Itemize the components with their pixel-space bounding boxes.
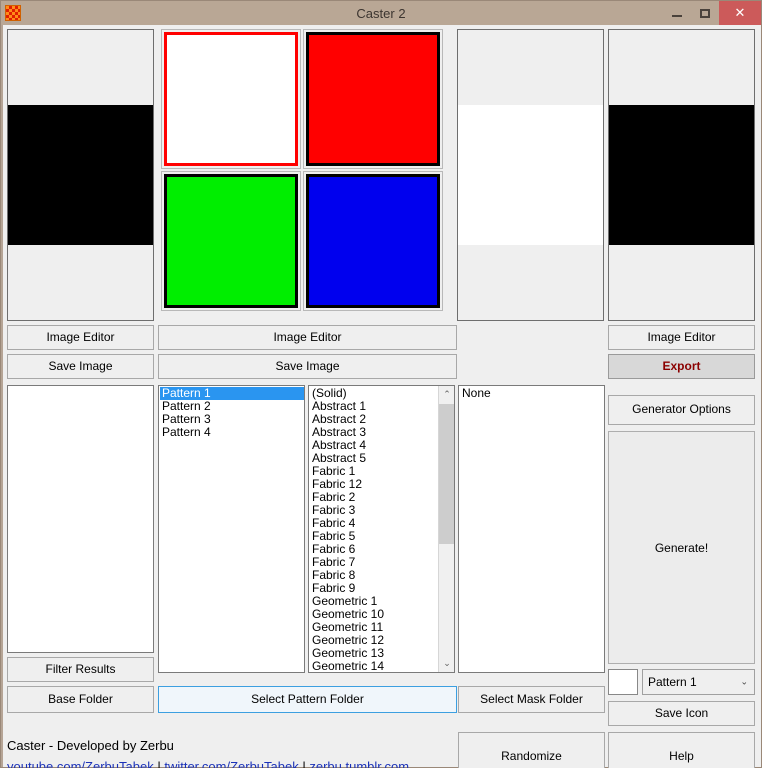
base-folder-button[interactable]: Base Folder <box>7 686 154 713</box>
scrollbar-thumb[interactable] <box>439 404 454 544</box>
link-twitter[interactable]: twitter.com/ZerbuTabek <box>164 759 298 768</box>
mask-preview-band <box>458 105 603 245</box>
footer: Caster - Developed by Zerbu youtube.com/… <box>7 738 457 768</box>
export-button[interactable]: Export <box>608 354 755 379</box>
title-bar: Caster 2 ✕ <box>1 1 761 25</box>
help-button[interactable]: Help <box>608 732 755 768</box>
pattern-select-value: Pattern 1 <box>648 675 697 689</box>
list-item[interactable]: None <box>460 387 604 400</box>
maximize-button[interactable] <box>691 1 719 25</box>
pattern-select[interactable]: Pattern 1 ⌄ <box>642 669 755 695</box>
save-image-pattern-button[interactable]: Save Image <box>158 354 457 379</box>
swatch-red-fill <box>306 32 440 166</box>
maximize-icon <box>700 8 710 18</box>
save-icon-button[interactable]: Save Icon <box>608 701 755 726</box>
list-item[interactable]: Geometric 14 <box>310 660 438 673</box>
pattern-library-list[interactable]: (Solid) Abstract 1 Abstract 2 Abstract 3 Abs… <box>308 385 455 673</box>
swatch-blue[interactable] <box>303 171 443 311</box>
scroll-down-icon[interactable]: ⌄ <box>439 655 454 672</box>
result-preview-band <box>609 105 754 245</box>
swatch-red[interactable] <box>303 29 443 169</box>
footer-links: youtube.com/ZerbuTabek | twitter.com/Zer… <box>7 759 457 768</box>
pattern-slot-list[interactable]: Pattern 1 Pattern 2 Pattern 3 Pattern 4 <box>158 385 305 673</box>
list-item[interactable]: Pattern 4 <box>160 426 304 439</box>
result-preview[interactable] <box>608 29 755 321</box>
swatch-blue-fill <box>306 174 440 308</box>
pattern-color-swatch[interactable] <box>608 669 638 695</box>
scroll-up-icon[interactable]: ⌃ <box>439 386 454 403</box>
filter-results-button[interactable]: Filter Results <box>7 657 154 682</box>
chevron-down-icon: ⌄ <box>740 676 748 687</box>
window-title: Caster 2 <box>356 5 406 21</box>
results-list[interactable] <box>7 385 154 653</box>
window-controls: ✕ <box>663 1 761 25</box>
minimize-icon <box>672 15 682 17</box>
close-icon: ✕ <box>734 5 746 20</box>
link-tumblr[interactable]: zerbu.tumblr.com <box>309 759 409 768</box>
mask-list[interactable]: None <box>458 385 605 673</box>
image-editor-result-button[interactable]: Image Editor <box>608 325 755 350</box>
link-youtube[interactable]: youtube.com/ZerbuTabek <box>7 759 154 768</box>
select-mask-folder-button[interactable]: Select Mask Folder <box>458 686 605 713</box>
pattern-library-list-items: (Solid) Abstract 1 Abstract 2 Abstract 3 Abs… <box>310 387 438 673</box>
select-pattern-folder-button[interactable]: Select Pattern Folder <box>158 686 457 713</box>
close-button[interactable]: ✕ <box>719 1 761 25</box>
link-separator-2: | <box>302 759 306 768</box>
generator-options-button[interactable]: Generator Options <box>608 395 755 425</box>
image-editor-base-button[interactable]: Image Editor <box>7 325 154 350</box>
save-image-base-button[interactable]: Save Image <box>7 354 154 379</box>
mask-list-items: None <box>460 387 604 400</box>
link-separator-1: | <box>157 759 161 768</box>
credit-text: Caster - Developed by Zerbu <box>7 738 174 753</box>
app-window: Caster 2 ✕ Image Editor Image Editor Ima… <box>0 0 762 768</box>
mask-preview[interactable] <box>457 29 604 321</box>
randomize-button[interactable]: Randomize <box>458 732 605 768</box>
base-preview-band <box>8 105 153 245</box>
swatch-green[interactable] <box>161 171 301 311</box>
app-checker-icon <box>5 5 21 21</box>
minimize-button[interactable] <box>663 1 691 25</box>
generate-button[interactable]: Generate! <box>608 431 755 664</box>
base-preview[interactable] <box>7 29 154 321</box>
image-editor-pattern-button[interactable]: Image Editor <box>158 325 457 350</box>
swatch-white[interactable] <box>161 29 301 169</box>
swatch-white-fill <box>164 32 298 166</box>
swatch-green-fill <box>164 174 298 308</box>
pattern-library-scrollbar[interactable]: ⌃ ⌄ <box>438 386 454 672</box>
pattern-slot-list-items: Pattern 1 Pattern 2 Pattern 3 Pattern 4 <box>160 387 304 439</box>
client-area: Image Editor Image Editor Image Editor S… <box>3 25 761 768</box>
